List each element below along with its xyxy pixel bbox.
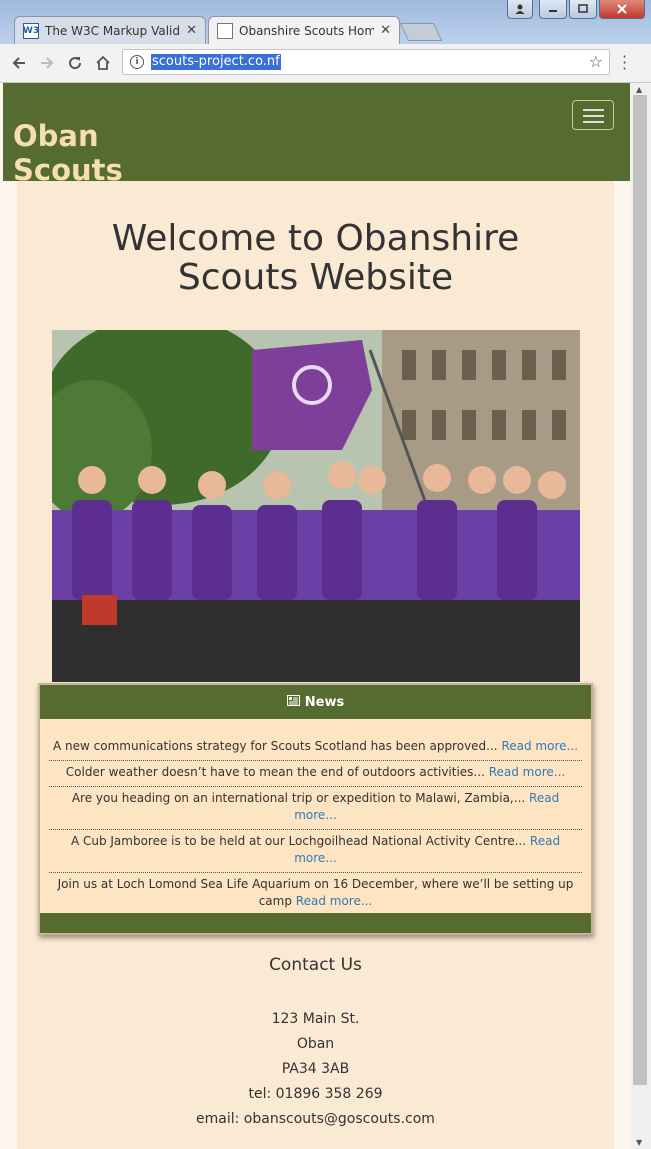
user-icon[interactable] [507, 0, 533, 19]
back-icon[interactable] [8, 52, 30, 74]
minimize-icon[interactable] [539, 0, 567, 19]
maximize-icon[interactable] [569, 0, 597, 19]
news-item: A new communications strategy for Scouts… [49, 735, 582, 761]
hamburger-bar [583, 109, 604, 111]
news-item: Join us at Loch Lomond Sea Life Aquarium… [49, 873, 582, 916]
scouts-group-photo [52, 330, 580, 682]
window-controls [507, 0, 645, 19]
home-icon[interactable] [92, 52, 114, 74]
browser-menu-icon[interactable]: · · · [622, 49, 627, 77]
scroll-up-icon[interactable]: ▲ [636, 85, 642, 94]
new-tab-button[interactable] [399, 23, 443, 41]
news-footer [40, 913, 591, 933]
tab-close-icon[interactable]: ✕ [380, 23, 391, 38]
news-header: News [40, 685, 591, 719]
site-info-icon[interactable]: i [130, 55, 144, 69]
site-brand[interactable]: Oban Scouts [13, 119, 123, 187]
news-item-text: A new communications strategy for Scouts… [53, 739, 498, 753]
tab-close-icon[interactable]: ✕ [186, 23, 197, 38]
contact-street: 123 Main St. [271, 1011, 360, 1027]
news-item-text: A Cub Jamboree is to be held at our Loch… [70, 834, 527, 848]
brand-line-1: Oban [13, 119, 99, 153]
title-bar: W3 The W3C Markup Validat ✕ Obanshire Sc… [0, 0, 651, 44]
site-navbar: Oban Scouts [3, 83, 630, 187]
page-scrollbar[interactable]: ▲ ▼ [631, 83, 651, 1149]
contact-postcode: PA34 3AB [281, 1061, 350, 1077]
w3c-icon: W3 [23, 22, 39, 39]
tab-obanshire-scouts[interactable]: Obanshire Scouts Home ✕ [208, 16, 400, 44]
scrollbar-thumb[interactable] [633, 95, 647, 1085]
main-content: Welcome to Obanshire Scouts Website News… [17, 181, 614, 1149]
hamburger-bar [583, 121, 604, 123]
scroll-down-icon[interactable]: ▼ [636, 1138, 642, 1147]
news-item: Colder weather doesn’t have to mean the … [49, 761, 582, 787]
contact-email: email: obanscouts@goscouts.com [196, 1111, 435, 1127]
contact-tel: tel: 01896 358 269 [248, 1086, 383, 1102]
read-more-link[interactable]: Read more... [296, 894, 373, 908]
news-item: A Cub Jamboree is to be held at our Loch… [49, 830, 582, 873]
tab-label: Obanshire Scouts Home [239, 23, 375, 38]
read-more-link[interactable]: Read more... [501, 739, 578, 753]
reload-icon[interactable] [64, 52, 86, 74]
tab-w3c-validator[interactable]: W3 The W3C Markup Validat ✕ [14, 16, 206, 44]
page-icon [217, 22, 233, 39]
url-text[interactable]: scouts-project.co.nf [151, 54, 281, 70]
news-item: Are you heading on an international trip… [49, 787, 582, 830]
contact-town: Oban [296, 1036, 335, 1052]
browser-window: W3 The W3C Markup Validat ✕ Obanshire Sc… [0, 0, 651, 1149]
page-title: Welcome to Obanshire Scouts Website [111, 218, 520, 298]
news-title: News [304, 694, 345, 710]
page-viewport: Oban Scouts Welcome to Obanshire Scouts W… [0, 83, 631, 1149]
browser-toolbar: i scouts-project.co.nf ☆ · · · [0, 44, 651, 83]
contact-title: Contact Us [269, 955, 362, 975]
newspaper-icon [286, 694, 300, 710]
close-window-icon[interactable] [599, 0, 645, 19]
forward-icon[interactable] [36, 52, 58, 74]
news-item-text: Are you heading on an international trip… [71, 791, 526, 805]
news-list: A new communications strategy for Scouts… [40, 719, 591, 916]
news-panel: News A new communications strategy for S… [38, 683, 593, 935]
read-more-link[interactable]: Read more... [489, 765, 566, 779]
address-bar[interactable]: i scouts-project.co.nf ☆ [122, 49, 610, 75]
nav-toggle-button[interactable] [572, 100, 614, 130]
tab-label: The W3C Markup Validat [45, 23, 181, 38]
hamburger-bar [583, 115, 604, 117]
news-item-text: Colder weather doesn’t have to mean the … [65, 765, 485, 779]
bookmark-star-icon[interactable]: ☆ [589, 52, 603, 71]
